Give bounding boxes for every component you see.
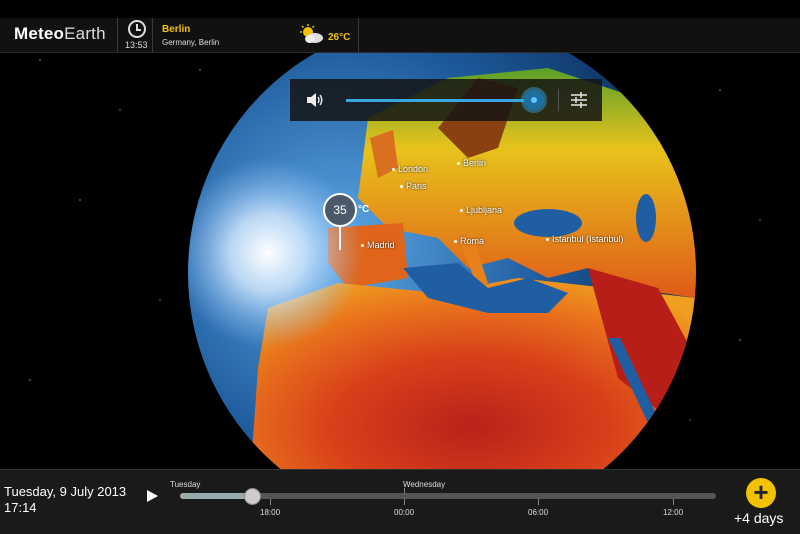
play-icon[interactable]	[147, 490, 158, 502]
city-label-roma[interactable]: Roma	[454, 236, 484, 246]
city-label-madrid[interactable]: Madrid	[361, 240, 395, 250]
volume-slider-track[interactable]	[346, 99, 536, 102]
extend-range-button[interactable]: +	[746, 478, 776, 508]
city-label-istanbul[interactable]: Istanbul (Istanbul)	[546, 234, 624, 244]
tick	[538, 499, 539, 505]
volume-panel	[290, 79, 602, 121]
clock-icon	[128, 20, 146, 38]
current-temperature: 26°C	[328, 32, 351, 43]
tick	[404, 499, 405, 505]
partly-cloudy-icon	[300, 24, 323, 43]
location-country: Germany, Berlin	[162, 38, 220, 47]
hour-label: 18:00	[260, 508, 281, 517]
tick	[270, 499, 271, 505]
day-label-wednesday: Wednesday	[403, 480, 446, 489]
day-label-tuesday: Tuesday	[170, 480, 201, 489]
city-label-berlin[interactable]: Berlin	[457, 158, 486, 168]
divider	[358, 18, 359, 52]
range-label: +4 days	[734, 510, 784, 526]
divider	[558, 89, 559, 111]
current-date: Tuesday, 9 July 2013	[4, 484, 127, 499]
timeline-bar: Tuesday, 9 July 2013 17:14 Tuesday Wedne…	[0, 469, 800, 534]
hour-label: 12:00	[663, 508, 684, 517]
pin-value: 35	[333, 203, 347, 217]
hour-label: 00:00	[394, 508, 415, 517]
tick	[673, 499, 674, 505]
current-time: 17:14	[4, 500, 37, 515]
clock-time: 13:53	[125, 40, 148, 50]
city-label-paris[interactable]: Paris	[400, 181, 427, 191]
timeline-progress	[180, 493, 252, 499]
settings-sliders-icon[interactable]	[570, 91, 588, 109]
divider	[117, 18, 118, 52]
pin-unit: °C	[358, 204, 370, 215]
timeline-thumb[interactable]	[244, 488, 261, 505]
top-bar: MeteoEarth 13:53 Berlin Germany, Berlin …	[0, 18, 800, 53]
city-label-ljubljana[interactable]: Ljubljana	[460, 205, 502, 215]
city-label-london[interactable]: London	[392, 164, 428, 174]
speaker-icon[interactable]	[306, 92, 324, 108]
location-city[interactable]: Berlin	[162, 24, 190, 35]
pin-stem	[339, 226, 341, 250]
divider	[152, 18, 153, 52]
volume-slider-knob[interactable]	[524, 90, 544, 110]
app-logo: MeteoEarth	[14, 24, 106, 43]
temperature-pin[interactable]: 35	[323, 193, 357, 227]
hour-label: 06:00	[528, 508, 549, 517]
